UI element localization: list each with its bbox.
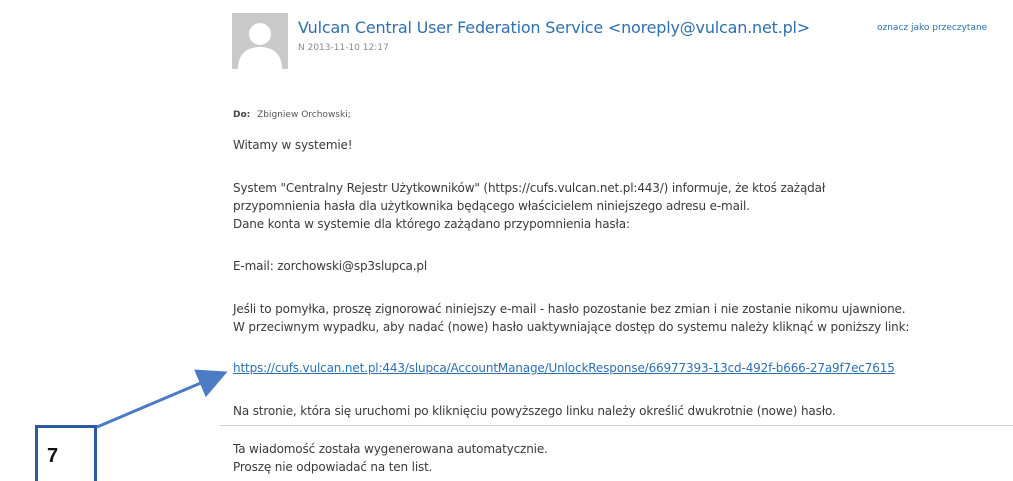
recipient-line: Do: Zbigniew Orchowski; — [233, 110, 351, 120]
unlock-link-line: https://cufs.vulcan.net.pl:443/slupca/Ac… — [233, 361, 895, 375]
body-paragraph-3: Na stronie, która się uruchomi po klikni… — [233, 404, 836, 418]
body-paragraph-1-line-2: przypomnienia hasła dla użytkownika będą… — [233, 199, 750, 213]
body-paragraph-2-line-2: W przeciwnym wypadku, aby nadać (nowe) h… — [233, 320, 910, 334]
sender-avatar — [232, 13, 288, 69]
account-email-line: E-mail: zorchowski@sp3slupca.pl — [233, 259, 428, 273]
step-number: 7 — [47, 445, 59, 467]
to-label: Do: — [233, 110, 251, 120]
footer-divider — [220, 425, 1013, 426]
body-paragraph-1-line-3: Dane konta w systemie dla którego zażąda… — [233, 217, 630, 231]
body-paragraph-1-line-1: System "Centralny Rejestr Użytkowników" … — [233, 181, 826, 195]
footer-line-2: Proszę nie odpowiadać na ten list. — [233, 460, 433, 474]
greeting-text: Witamy w systemie! — [233, 138, 353, 152]
recipient-name[interactable]: Zbigniew Orchowski; — [257, 110, 351, 120]
message-date: N 2013-11-10 12:17 — [298, 43, 389, 53]
footer-line-1: Ta wiadomość została wygenerowana automa… — [233, 442, 548, 456]
unlock-account-link[interactable]: https://cufs.vulcan.net.pl:443/slupca/Ac… — [233, 361, 895, 375]
person-silhouette-icon — [232, 13, 288, 69]
body-paragraph-2-line-1: Jeśli to pomyłka, proszę zignorować nini… — [233, 302, 906, 316]
mark-as-read-link[interactable]: oznacz jako przeczytane — [877, 23, 987, 33]
step-callout-box — [35, 425, 97, 481]
sender-name[interactable]: Vulcan Central User Federation Service <… — [298, 18, 810, 37]
